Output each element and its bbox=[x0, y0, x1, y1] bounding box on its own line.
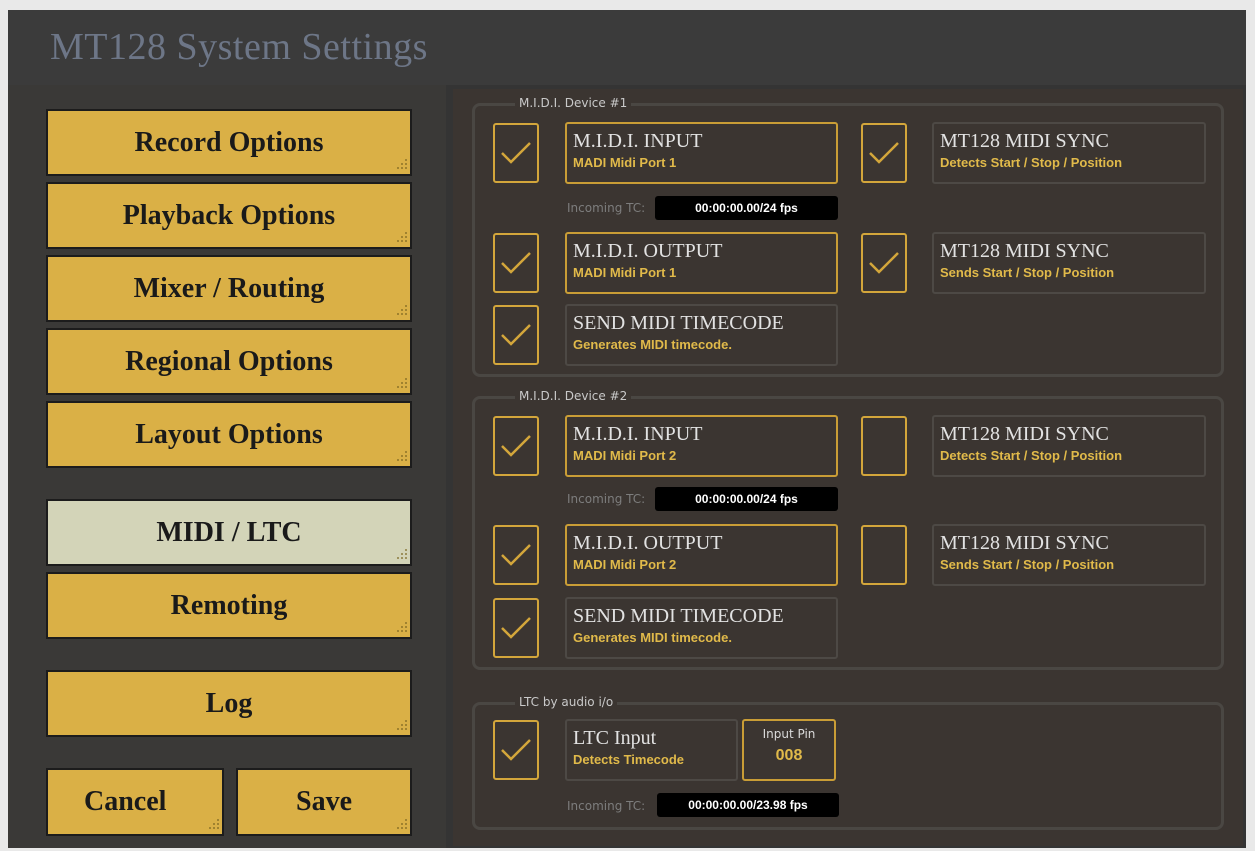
save-button[interactable]: Save bbox=[236, 768, 412, 836]
resize-grip-icon bbox=[395, 159, 407, 171]
d2-input-sync-card[interactable]: MT128 MIDI SYNC Detects Start / Stop / P… bbox=[932, 415, 1206, 477]
card-title: M.I.D.I. INPUT bbox=[573, 130, 703, 152]
incoming-tc-label: Incoming TC: bbox=[567, 201, 646, 215]
checkmark-icon bbox=[501, 739, 531, 761]
resize-grip-icon bbox=[395, 378, 407, 390]
d1-midi-input-card[interactable]: M.I.D.I. INPUT MADI Midi Port 1 bbox=[565, 122, 838, 184]
cancel-label: Cancel bbox=[84, 786, 167, 817]
incoming-tc-display: 00:00:00.00/24 fps bbox=[655, 196, 838, 220]
card-subtitle: MADI Midi Port 2 bbox=[573, 448, 677, 463]
card-subtitle: Sends Start / Stop / Position bbox=[940, 557, 1115, 572]
nav-label: Mixer / Routing bbox=[133, 272, 325, 304]
card-title: MT128 MIDI SYNC bbox=[940, 130, 1109, 152]
checkmark-icon bbox=[869, 142, 899, 164]
cancel-button[interactable]: Cancel bbox=[46, 768, 224, 836]
card-subtitle: Generates MIDI timecode. bbox=[573, 630, 732, 645]
card-title: MT128 MIDI SYNC bbox=[940, 240, 1109, 262]
card-subtitle: Generates MIDI timecode. bbox=[573, 337, 732, 352]
card-subtitle: Detects Timecode bbox=[573, 752, 685, 767]
card-title: SEND MIDI TIMECODE bbox=[573, 605, 784, 627]
resize-grip-icon bbox=[395, 819, 407, 831]
group-legend: M.I.D.I. Device #1 bbox=[515, 96, 632, 110]
resize-grip-icon bbox=[395, 451, 407, 463]
card-title: MT128 MIDI SYNC bbox=[940, 423, 1109, 445]
nav-remoting[interactable]: Remoting bbox=[46, 572, 412, 639]
card-title: M.I.D.I. INPUT bbox=[573, 423, 703, 445]
d2-output-sync-card[interactable]: MT128 MIDI SYNC Sends Start / Stop / Pos… bbox=[932, 524, 1206, 586]
card-title: SEND MIDI TIMECODE bbox=[573, 312, 784, 334]
incoming-tc-display: 00:00:00.00/24 fps bbox=[655, 487, 838, 511]
checkmark-icon bbox=[501, 252, 531, 274]
nav-record-options[interactable]: Record Options bbox=[46, 109, 412, 176]
d1-input-sync-checkbox[interactable] bbox=[861, 123, 907, 183]
resize-grip-icon bbox=[395, 232, 407, 244]
checkmark-icon bbox=[501, 435, 531, 457]
nav-label: Remoting bbox=[170, 589, 288, 621]
d2-midi-output-checkbox[interactable] bbox=[493, 525, 539, 585]
ltc-input-checkbox[interactable] bbox=[493, 720, 539, 780]
d1-output-sync-card[interactable]: MT128 MIDI SYNC Sends Start / Stop / Pos… bbox=[932, 232, 1206, 294]
resize-grip-icon bbox=[207, 819, 219, 831]
checkmark-icon bbox=[501, 544, 531, 566]
input-pin-button[interactable]: Input Pin 008 bbox=[742, 719, 836, 781]
card-subtitle: MADI Midi Port 1 bbox=[573, 265, 677, 280]
d2-input-sync-checkbox[interactable] bbox=[861, 416, 907, 476]
nav-regional-options[interactable]: Regional Options bbox=[46, 328, 412, 395]
card-title: M.I.D.I. OUTPUT bbox=[573, 532, 723, 554]
resize-grip-icon bbox=[395, 720, 407, 732]
nav-layout-options[interactable]: Layout Options bbox=[46, 401, 412, 468]
nav-label: Log bbox=[205, 687, 253, 719]
nav-playback-options[interactable]: Playback Options bbox=[46, 182, 412, 249]
checkmark-icon bbox=[869, 252, 899, 274]
group-legend: M.I.D.I. Device #2 bbox=[515, 389, 632, 403]
d2-midi-output-card[interactable]: M.I.D.I. OUTPUT MADI Midi Port 2 bbox=[565, 524, 838, 586]
ltc-input-card[interactable]: LTC Input Detects Timecode bbox=[565, 719, 738, 781]
incoming-tc-display: 00:00:00.00/23.98 fps bbox=[657, 793, 839, 817]
d1-send-tc-checkbox[interactable] bbox=[493, 305, 539, 365]
d1-input-sync-card[interactable]: MT128 MIDI SYNC Detects Start / Stop / P… bbox=[932, 122, 1206, 184]
nav-label: Layout Options bbox=[135, 418, 323, 450]
card-subtitle: Detects Start / Stop / Position bbox=[940, 448, 1123, 463]
d1-midi-input-checkbox[interactable] bbox=[493, 123, 539, 183]
checkmark-icon bbox=[501, 617, 531, 639]
card-subtitle: MADI Midi Port 2 bbox=[573, 557, 677, 572]
d1-midi-output-card[interactable]: M.I.D.I. OUTPUT MADI Midi Port 1 bbox=[565, 232, 838, 294]
card-title: M.I.D.I. OUTPUT bbox=[573, 240, 723, 262]
d1-send-tc-card[interactable]: SEND MIDI TIMECODE Generates MIDI timeco… bbox=[565, 304, 838, 366]
d1-midi-output-checkbox[interactable] bbox=[493, 233, 539, 293]
card-subtitle: Sends Start / Stop / Position bbox=[940, 265, 1115, 280]
d2-send-tc-card[interactable]: SEND MIDI TIMECODE Generates MIDI timeco… bbox=[565, 597, 838, 659]
card-title: MT128 MIDI SYNC bbox=[940, 532, 1109, 554]
nav-label: Regional Options bbox=[125, 345, 333, 377]
nav-log[interactable]: Log bbox=[46, 670, 412, 737]
d2-midi-input-card[interactable]: M.I.D.I. INPUT MADI Midi Port 2 bbox=[565, 415, 838, 477]
nav-label: MIDI / LTC bbox=[156, 516, 302, 548]
resize-grip-icon bbox=[395, 622, 407, 634]
nav-midi-ltc[interactable]: MIDI / LTC bbox=[46, 499, 412, 566]
d2-output-sync-checkbox[interactable] bbox=[861, 525, 907, 585]
nav-label: Record Options bbox=[134, 126, 324, 158]
save-label: Save bbox=[296, 786, 352, 817]
card-subtitle: MADI Midi Port 1 bbox=[573, 155, 677, 170]
d2-send-tc-checkbox[interactable] bbox=[493, 598, 539, 658]
nav-label: Playback Options bbox=[122, 199, 336, 231]
input-pin-label: Input Pin bbox=[762, 727, 816, 741]
d2-midi-input-checkbox[interactable] bbox=[493, 416, 539, 476]
d1-output-sync-checkbox[interactable] bbox=[861, 233, 907, 293]
checkmark-icon bbox=[501, 324, 531, 346]
card-subtitle: Detects Start / Stop / Position bbox=[940, 155, 1123, 170]
checkmark-icon bbox=[501, 142, 531, 164]
group-legend: LTC by audio i/o bbox=[515, 695, 618, 709]
card-title: LTC Input bbox=[573, 727, 657, 749]
nav-mixer-routing[interactable]: Mixer / Routing bbox=[46, 255, 412, 322]
input-pin-value: 008 bbox=[775, 747, 803, 764]
incoming-tc-label: Incoming TC: bbox=[567, 799, 646, 813]
resize-grip-icon bbox=[395, 549, 407, 561]
resize-grip-icon bbox=[395, 305, 407, 317]
window-title: MT128 System Settings bbox=[50, 26, 428, 68]
incoming-tc-label: Incoming TC: bbox=[567, 492, 646, 506]
